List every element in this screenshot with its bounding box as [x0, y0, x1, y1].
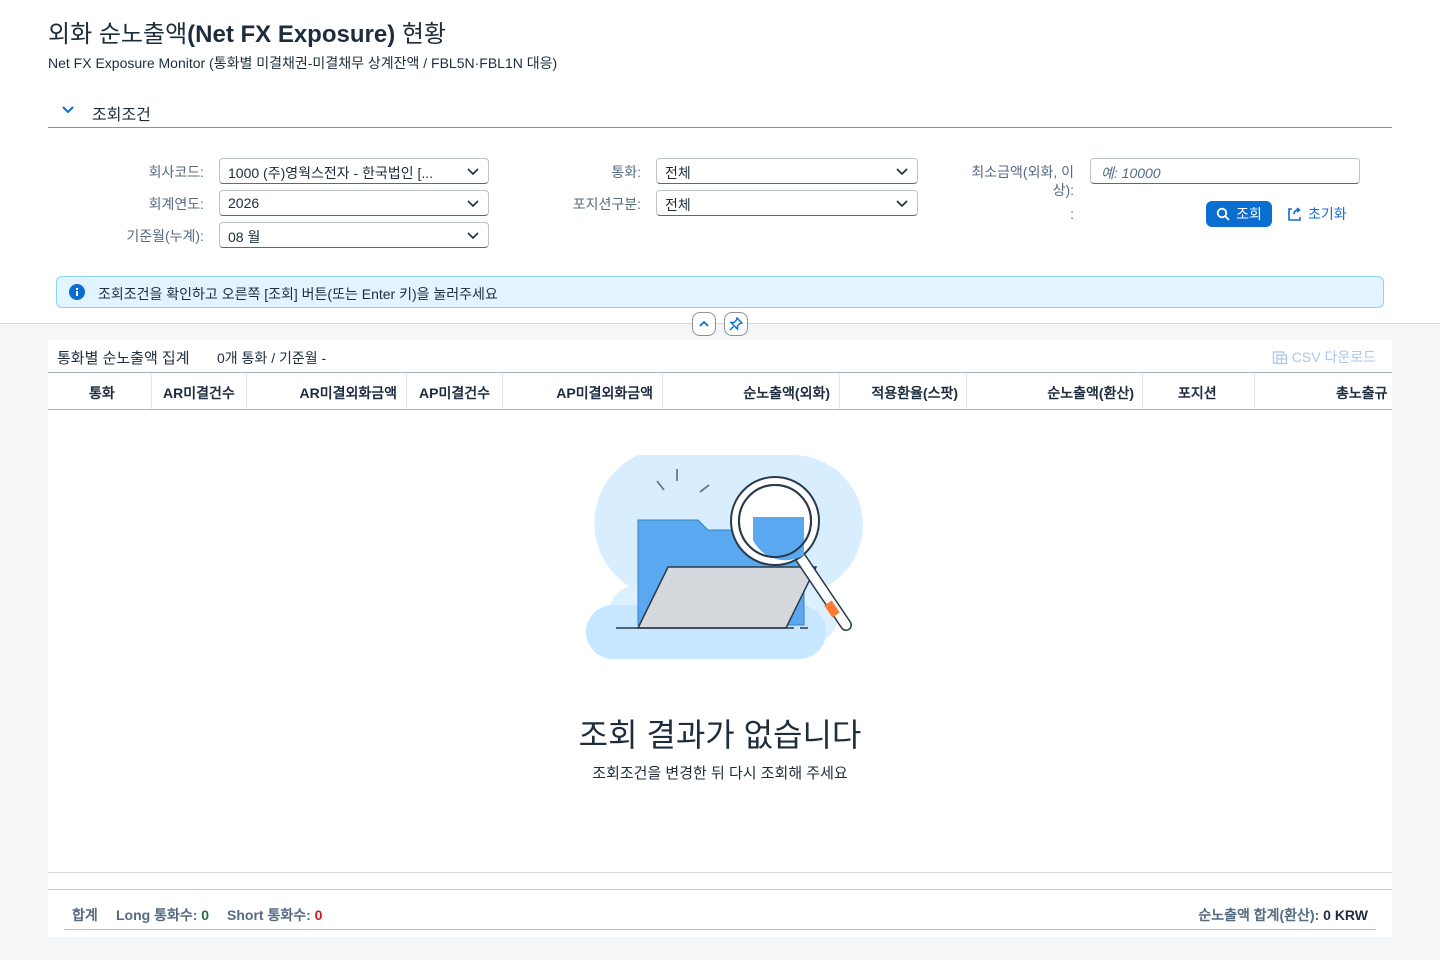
page-subtitle: Net FX Exposure Monitor (통화별 미결채권-미결채무 상…: [48, 55, 558, 71]
position-type-label: 포지션구분:: [572, 196, 641, 212]
min-amount-placeholder: 예: 10000: [1101, 165, 1161, 181]
position-type-select[interactable]: 전체: [656, 190, 918, 216]
min-amount-label-cont: 상):: [1052, 182, 1074, 198]
footer-net-value: 0 KRW: [1323, 907, 1368, 923]
collapse-header-button[interactable]: [692, 312, 716, 336]
chevron-down-icon: [62, 106, 74, 114]
company-code-label: 회사코드:: [148, 164, 204, 180]
position-type-value: 전체: [665, 197, 691, 213]
footer-long-label: Long 통화수:: [116, 907, 198, 923]
table-title: 통화별 순노출액 집계: [57, 350, 190, 367]
footer-net-total: 순노출액 합계(환산): 0 KRW: [1198, 905, 1368, 925]
chevron-up-icon: [699, 320, 709, 327]
dynamic-page-header: 외화 순노출액(Net FX Exposure) 현황 Net FX Expos…: [0, 0, 1440, 324]
info-message-strip: 조회조건을 확인하고 오른쪽 [조회] 버튼(또는 Enter 키)을 눌러주세…: [56, 276, 1384, 308]
footer-short-value: 0: [314, 907, 323, 923]
currency-select[interactable]: 전체: [656, 158, 918, 184]
column-header-ap-count[interactable]: AP미결건수: [407, 373, 503, 409]
chevron-down-icon: [896, 200, 908, 208]
currency-value: 전체: [665, 165, 691, 181]
footer-long-count: Long 통화수: 0: [116, 905, 209, 925]
company-code-select[interactable]: 1000 (주)영웍스전자 - 한국법인 [...: [219, 158, 489, 184]
base-month-value: 08 월: [228, 229, 261, 245]
empty-search-illustration: [586, 455, 863, 659]
min-amount-input[interactable]: 예: 10000: [1090, 158, 1360, 184]
empty-state-subtitle: 조회조건을 변경한 뒤 다시 조회해 주세요: [592, 765, 848, 782]
column-header-position[interactable]: 포지션: [1143, 373, 1255, 409]
table-header-row: 통화 AR미결건수 AR미결외화금액 AP미결건수 AP미결외화금액 순노출액(…: [48, 372, 1392, 410]
column-header-ar-amount[interactable]: AR미결외화금액: [247, 373, 407, 409]
search-button-label: 조회: [1236, 206, 1262, 222]
base-month-select[interactable]: 08 월: [219, 222, 489, 248]
column-header-ap-amount[interactable]: AP미결외화금액: [503, 373, 663, 409]
base-month-label: 기준월(누계):: [126, 228, 204, 244]
min-amount-label-colon: :: [1070, 206, 1074, 222]
reset-button-label: 초기화: [1308, 206, 1347, 222]
column-header-ar-count[interactable]: AR미결건수: [152, 373, 247, 409]
chevron-down-icon: [467, 168, 479, 176]
page-title: 외화 순노출액(Net FX Exposure) 현황: [48, 14, 446, 49]
filter-section-label: 조회조건: [92, 107, 151, 124]
filter-section-toggle[interactable]: 조회조건: [48, 100, 1392, 128]
chevron-down-icon: [896, 168, 908, 176]
summary-table-panel: 통화별 순노출액 집계 0개 통화 / 기준월 - CSV 다운로드 통화 AR…: [48, 340, 1392, 937]
title-prefix: 외화 순노출액: [48, 21, 188, 48]
title-bold: (Net FX Exposure): [187, 21, 396, 48]
footer-bottom-line: [64, 929, 1376, 930]
column-header-currency[interactable]: 통화: [48, 373, 152, 409]
fiscal-year-value: 2026: [228, 195, 260, 211]
min-amount-label: 최소금액(외화, 이: [971, 164, 1074, 180]
search-icon: [1216, 207, 1230, 221]
currency-label: 통화:: [611, 164, 641, 180]
info-icon: [69, 284, 85, 300]
footer-divider: [48, 872, 1392, 873]
footer-short-label: Short 통화수:: [227, 907, 311, 923]
info-message-text: 조회조건을 확인하고 오른쪽 [조회] 버튼(또는 Enter 키)을 눌러주세…: [98, 286, 498, 302]
search-button[interactable]: 조회: [1206, 201, 1272, 227]
chevron-down-icon: [467, 232, 479, 240]
footer-sum-label: 합계: [72, 907, 98, 923]
column-header-spot-rate[interactable]: 적용환율(스팟): [840, 373, 967, 409]
spreadsheet-icon: [1272, 351, 1287, 365]
footer-divider: [48, 889, 1392, 890]
column-header-net-krw[interactable]: 순노출액(환산): [967, 373, 1143, 409]
table-info: 0개 통화 / 기준월 -: [217, 350, 327, 366]
fiscal-year-label: 회계연도:: [148, 196, 204, 212]
pin-header-button[interactable]: [724, 312, 748, 336]
empty-state-title: 조회 결과가 없습니다: [578, 717, 862, 753]
reset-icon: [1288, 207, 1301, 221]
title-suffix: 현황: [395, 21, 447, 48]
fiscal-year-select[interactable]: 2026: [219, 190, 489, 216]
column-header-net-fx[interactable]: 순노출액(외화): [663, 373, 840, 409]
footer-short-count: Short 통화수: 0: [227, 905, 322, 925]
footer-long-value: 0: [201, 907, 210, 923]
csv-download-label: CSV 다운로드: [1291, 349, 1376, 365]
company-code-value: 1000 (주)영웍스전자 - 한국법인 [...: [228, 165, 434, 181]
footer-net-label: 순노출액 합계(환산):: [1198, 907, 1320, 923]
reset-button[interactable]: 초기화: [1286, 201, 1356, 227]
chevron-down-icon: [467, 200, 479, 208]
pin-icon: [729, 317, 743, 331]
csv-download-button[interactable]: CSV 다운로드: [1272, 347, 1376, 367]
column-header-total-exposure[interactable]: 총노출규: [1255, 373, 1392, 409]
